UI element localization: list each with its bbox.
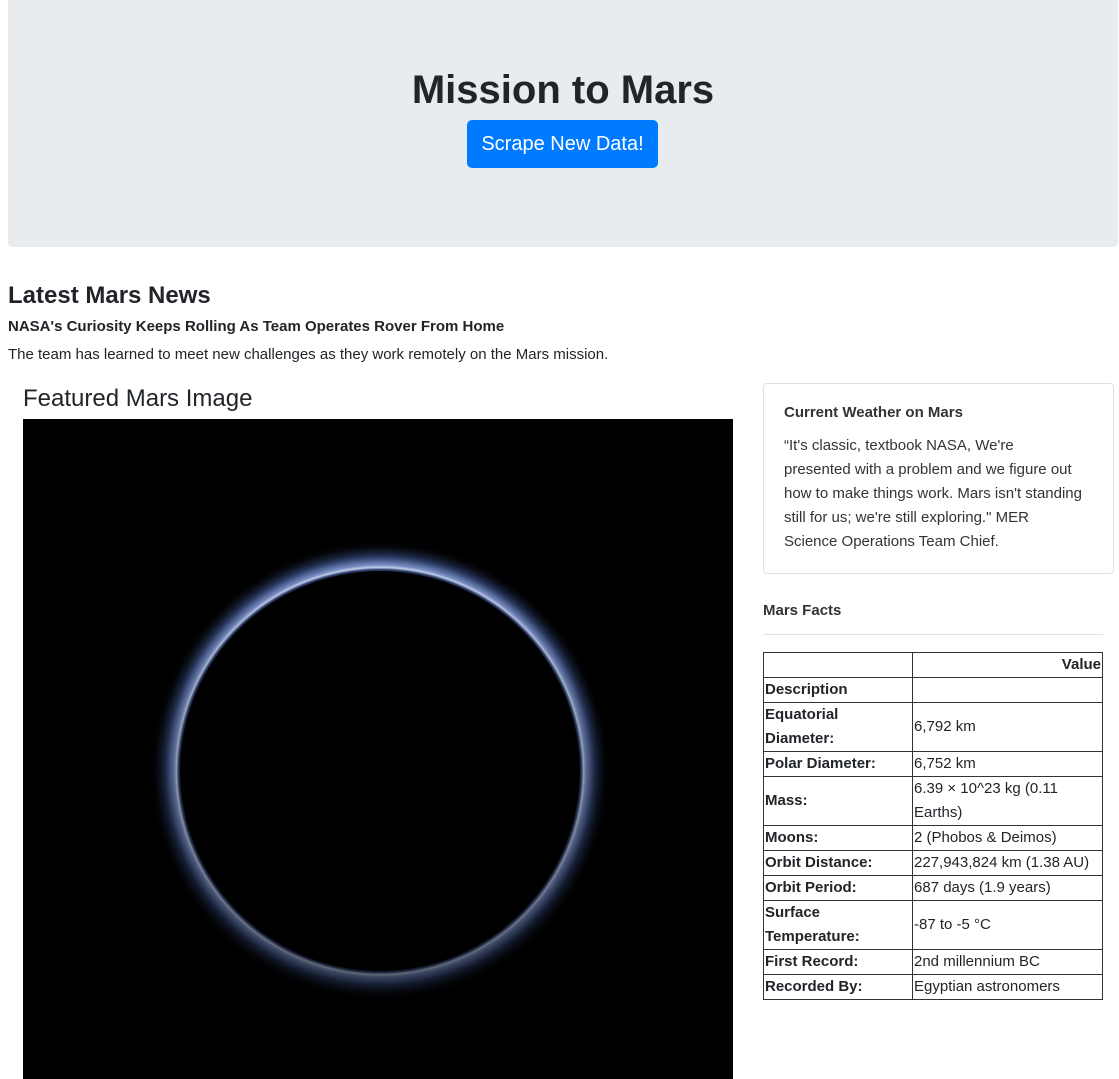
scrape-new-data-button[interactable]: Scrape New Data! bbox=[467, 120, 658, 168]
header-blank-cell bbox=[912, 677, 1103, 703]
featured-image-heading: Featured Mars Image bbox=[23, 385, 253, 412]
fact-label: Orbit Distance: bbox=[763, 850, 913, 876]
fact-value: 6.39 × 10^23 kg (0.11 Earths) bbox=[912, 776, 1103, 826]
table-row: Polar Diameter: 6,752 km bbox=[763, 751, 1103, 777]
table-row: Orbit Distance: 227,943,824 km (1.38 AU) bbox=[763, 850, 1103, 876]
jumbotron: Mission to Mars Scrape New Data! bbox=[8, 0, 1118, 247]
news-title: NASA's Curiosity Keeps Rolling As Team O… bbox=[8, 318, 505, 335]
fact-label: Surface Temperature: bbox=[763, 900, 913, 950]
table-row: Equatorial Diameter: 6,792 km bbox=[763, 702, 1103, 752]
weather-title: Current Weather on Mars bbox=[784, 404, 963, 421]
weather-card: Current Weather on Mars “It's classic, t… bbox=[763, 383, 1114, 574]
fact-value: 2 (Phobos & Deimos) bbox=[912, 825, 1103, 851]
table-row: First Record: 2nd millennium BC bbox=[763, 949, 1103, 975]
table-subheader-row: Description bbox=[763, 677, 1103, 703]
header-value-cell: Value bbox=[912, 652, 1103, 678]
fact-label: First Record: bbox=[763, 949, 913, 975]
fact-value: 227,943,824 km (1.38 AU) bbox=[912, 850, 1103, 876]
table-row: Orbit Period: 687 days (1.9 years) bbox=[763, 875, 1103, 901]
news-heading: Latest Mars News bbox=[8, 282, 211, 309]
page-title: Mission to Mars bbox=[411, 68, 715, 112]
fact-label: Equatorial Diameter: bbox=[763, 702, 913, 752]
fact-label: Recorded By: bbox=[763, 974, 913, 1000]
table-row: Recorded By: Egyptian astronomers bbox=[763, 974, 1103, 1000]
mars-facts-table: Value Description Equatorial Diameter: 6… bbox=[763, 652, 1103, 1000]
planet-eclipse-graphic bbox=[23, 419, 733, 1079]
fact-value: Egyptian astronomers bbox=[912, 974, 1103, 1000]
fact-value: 6,752 km bbox=[912, 751, 1103, 777]
fact-label: Mass: bbox=[763, 776, 913, 826]
facts-title: Mars Facts bbox=[763, 602, 842, 619]
fact-value: 6,792 km bbox=[912, 702, 1103, 752]
weather-text: “It's classic, textbook NASA, We're pres… bbox=[784, 437, 1082, 550]
fact-label: Polar Diameter: bbox=[763, 751, 913, 777]
header-empty-cell bbox=[763, 652, 913, 678]
fact-value: -87 to -5 °C bbox=[912, 900, 1103, 950]
table-row: Moons: 2 (Phobos & Deimos) bbox=[763, 825, 1103, 851]
table-row: Mass: 6.39 × 10^23 kg (0.11 Earths) bbox=[763, 776, 1103, 826]
featured-image bbox=[23, 419, 733, 1079]
fact-value: 687 days (1.9 years) bbox=[912, 875, 1103, 901]
table-row: Surface Temperature: -87 to -5 °C bbox=[763, 900, 1103, 950]
divider bbox=[763, 634, 1103, 635]
fact-label: Moons: bbox=[763, 825, 913, 851]
table-header-row: Value bbox=[763, 652, 1103, 678]
header-description-cell: Description bbox=[763, 677, 913, 703]
fact-value: 2nd millennium BC bbox=[912, 949, 1103, 975]
fact-label: Orbit Period: bbox=[763, 875, 913, 901]
news-paragraph: The team has learned to meet new challen… bbox=[8, 346, 609, 363]
